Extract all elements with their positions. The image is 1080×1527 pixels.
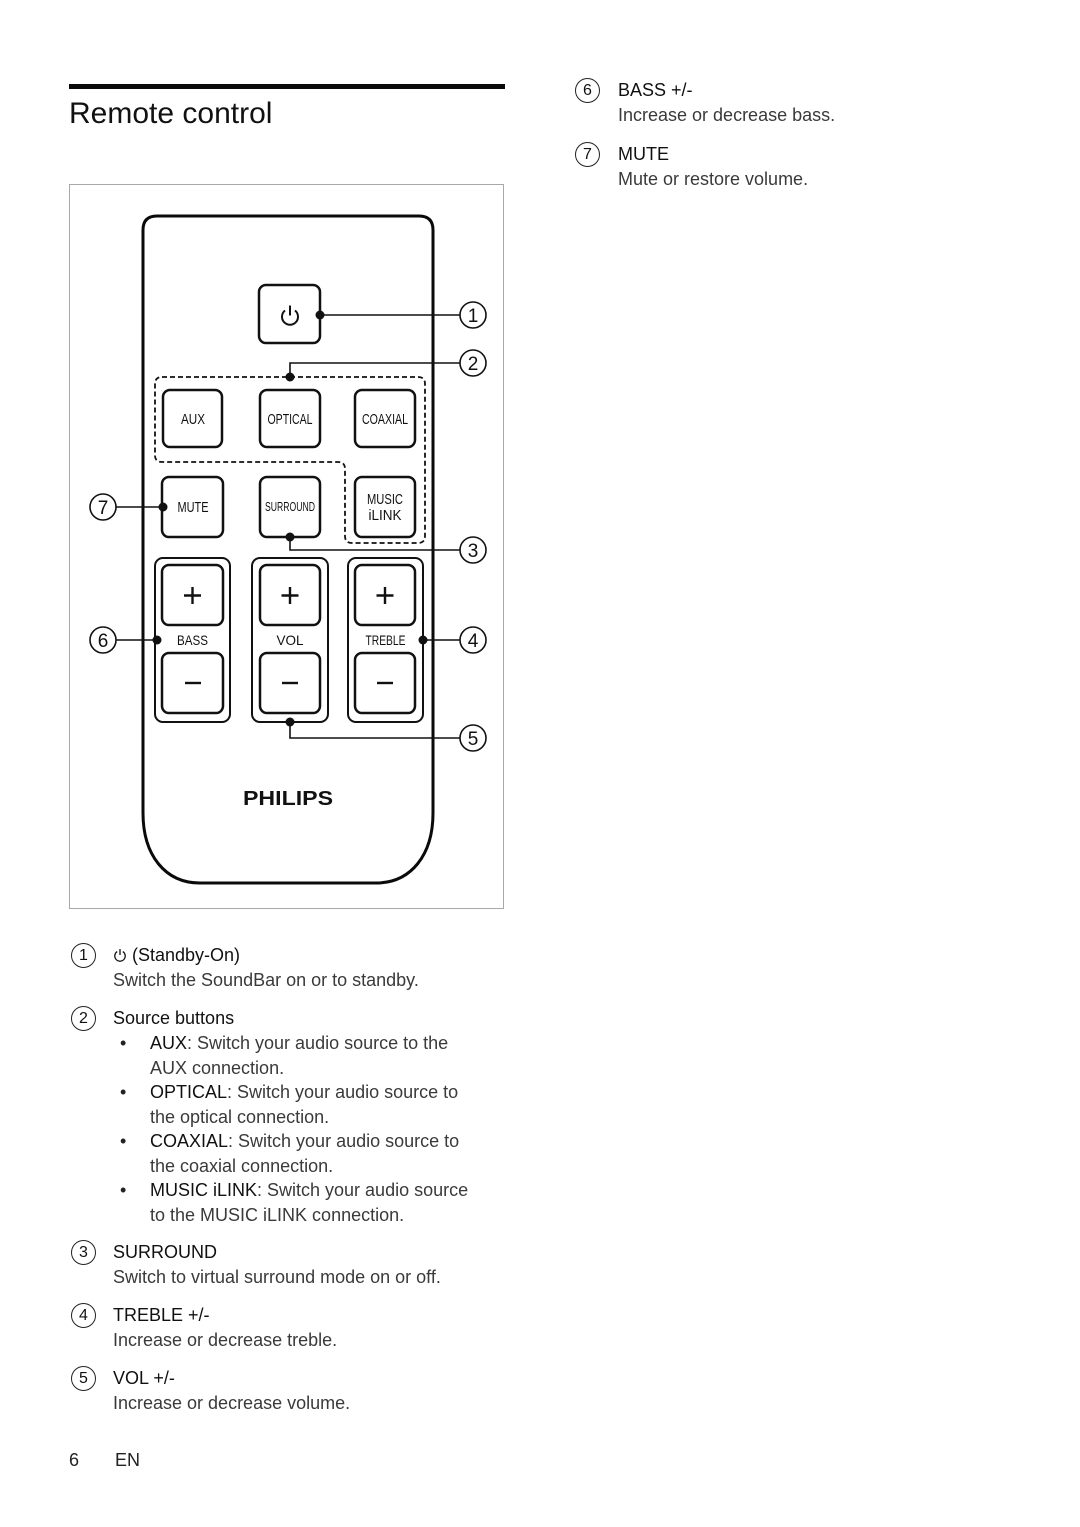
callout-number: 6 — [98, 631, 109, 652]
item-number: 1 — [71, 943, 96, 968]
bullet-icon: • — [120, 1082, 127, 1102]
callout-dot — [285, 532, 295, 542]
item-heading: TREBLE +/- — [113, 1305, 210, 1325]
item-heading: Source buttons — [113, 1008, 235, 1028]
vol-label: VOL — [277, 632, 304, 648]
section-rule — [69, 84, 505, 89]
bullet-icon: • — [120, 1033, 127, 1053]
item-source-buttons: 2 Source buttons • AUX: Switch your audio… — [71, 1006, 483, 1227]
surround-button-label: SURROUND — [265, 499, 315, 514]
vol-button-group: VOL — [251, 557, 329, 723]
music-ilink-label-line1: MUSIC — [367, 491, 403, 508]
aux-button[interactable]: AUX — [161, 388, 224, 449]
optical-button-label: OPTICAL — [268, 411, 313, 428]
treble-label: TREBLE — [366, 632, 406, 648]
item-description: Increase or decrease bass. — [618, 105, 836, 125]
item-description: Mute or restore volume. — [618, 169, 809, 189]
treble-minus-button[interactable] — [353, 651, 417, 715]
callout-dot — [158, 502, 168, 512]
surround-button[interactable]: SURROUND — [258, 475, 322, 539]
item-heading: BASS +/- — [618, 80, 693, 100]
bullet-text: : Switch your audio source to the AUX co… — [150, 1033, 449, 1078]
bullet-term: OPTICAL — [150, 1082, 228, 1102]
item-volume: 5 VOL +/- Increase or decrease volume. — [71, 1366, 350, 1416]
callout-dot — [152, 635, 162, 645]
list-item: • AUX: Switch your audio source to the AU… — [113, 1031, 483, 1080]
page-number: 6 — [69, 1450, 80, 1470]
bass-minus-button[interactable] — [160, 651, 225, 715]
callout-dot — [285, 717, 295, 727]
music-ilink-button[interactable]: MUSIC iLINK — [353, 475, 417, 539]
music-ilink-label-line2: iLINK — [369, 507, 402, 524]
item-treble: 4 TREBLE +/- Increase or decrease treble… — [71, 1303, 337, 1353]
item-heading: MUTE — [618, 144, 669, 164]
power-icon — [114, 949, 126, 962]
item-mute: 7 MUTE Mute or restore volume. — [575, 142, 808, 192]
list-item: • OPTICAL: Switch your audio source to th… — [113, 1080, 483, 1129]
callout-number: 4 — [468, 631, 479, 652]
treble-button-group: TREBLE — [347, 557, 424, 723]
bullet-term: MUSIC iLINK — [150, 1180, 258, 1200]
callout-number: 2 — [468, 354, 479, 375]
vol-minus-button[interactable] — [258, 651, 322, 715]
item-surround: 3 SURROUND Switch to virtual surround mo… — [71, 1240, 441, 1290]
item-heading: VOL +/- — [113, 1368, 175, 1388]
bass-plus-button[interactable] — [160, 563, 225, 627]
aux-button-label: AUX — [181, 411, 205, 428]
item-heading: (Standby-On) — [113, 943, 419, 968]
item-number: 7 — [575, 142, 600, 167]
callout-dot — [315, 310, 325, 320]
callout-number: 7 — [98, 498, 109, 519]
callout-dot — [285, 372, 295, 382]
item-description: Increase or decrease treble. — [113, 1330, 338, 1350]
mute-button[interactable]: MUTE — [160, 475, 225, 539]
callout-dot — [418, 635, 428, 645]
mute-button-label: MUTE — [178, 499, 209, 516]
bullet-term: AUX — [150, 1033, 188, 1053]
item-number: 5 — [71, 1366, 96, 1391]
remote-control-diagram: AUX OPTICAL COAXIAL MUTE SURROUND MUSIC … — [89, 214, 487, 885]
brand-logo: PHILIPS — [243, 788, 333, 810]
item-description: Switch the SoundBar on or to standby. — [113, 970, 419, 990]
power-button[interactable] — [257, 283, 322, 345]
item-description: Increase or decrease volume. — [113, 1393, 351, 1413]
callout-number: 3 — [468, 541, 479, 562]
item-description: Switch to virtual surround mode on or of… — [113, 1267, 441, 1287]
coaxial-button-label: COAXIAL — [362, 411, 408, 428]
page-title: Remote control — [69, 97, 273, 130]
optical-button[interactable]: OPTICAL — [258, 388, 322, 449]
bullet-term: COAXIAL — [150, 1131, 229, 1151]
callout-number: 1 — [468, 306, 479, 327]
item-heading: SURROUND — [113, 1242, 218, 1262]
source-bullet-list: • AUX: Switch your audio source to the AU… — [113, 1031, 483, 1227]
item-standby-on: 1 (Standby-On) Switch the SoundBar on or… — [71, 943, 419, 993]
item-number: 2 — [71, 1006, 96, 1031]
bass-label: BASS — [177, 632, 208, 648]
item-number: 4 — [71, 1303, 96, 1328]
item-number: 6 — [575, 78, 600, 103]
list-item: • COAXIAL: Switch your audio source to th… — [113, 1129, 483, 1178]
bullet-icon: • — [120, 1180, 127, 1200]
list-item: • MUSIC iLINK: Switch your audio source t… — [113, 1178, 483, 1227]
item-heading-text: (Standby-On) — [132, 945, 241, 965]
vol-plus-button[interactable] — [258, 563, 322, 627]
language-code: EN — [115, 1450, 141, 1470]
coaxial-button[interactable]: COAXIAL — [353, 388, 417, 449]
item-bass: 6 BASS +/- Increase or decrease bass. — [575, 78, 835, 128]
treble-plus-button[interactable] — [353, 563, 417, 627]
bullet-icon: • — [120, 1131, 127, 1151]
item-number: 3 — [71, 1240, 96, 1265]
callout-number: 5 — [468, 729, 479, 750]
bass-button-group: BASS — [154, 557, 231, 723]
